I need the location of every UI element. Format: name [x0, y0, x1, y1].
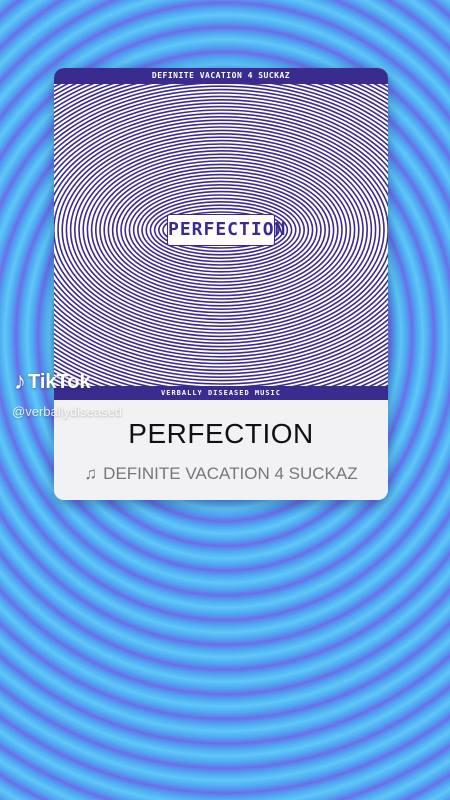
track-subtitle-row: ♫ DEFINITE VACATION 4 SUCKAZ	[54, 464, 388, 484]
tiktok-logo-icon: ♪	[14, 368, 26, 395]
creator-handle: @verballydiseased	[12, 404, 123, 419]
album-art-title: PERFECTION	[167, 214, 285, 246]
tiktok-logo-text: TikTok	[28, 370, 91, 393]
tiktok-watermark: ♪ TikTok	[14, 368, 91, 396]
album-bottom-label: VERBALLY DISEASED MUSIC	[54, 386, 388, 400]
music-card[interactable]: DEFINITE VACATION 4 SUCKAZ PERFECTION VE…	[54, 68, 388, 500]
track-title: PERFECTION	[128, 418, 314, 449]
album-top-label: DEFINITE VACATION 4 SUCKAZ	[54, 68, 388, 84]
album-art: DEFINITE VACATION 4 SUCKAZ PERFECTION VE…	[54, 68, 388, 400]
track-subtitle: DEFINITE VACATION 4 SUCKAZ	[103, 464, 358, 483]
music-note-icon: ♫	[84, 464, 98, 483]
